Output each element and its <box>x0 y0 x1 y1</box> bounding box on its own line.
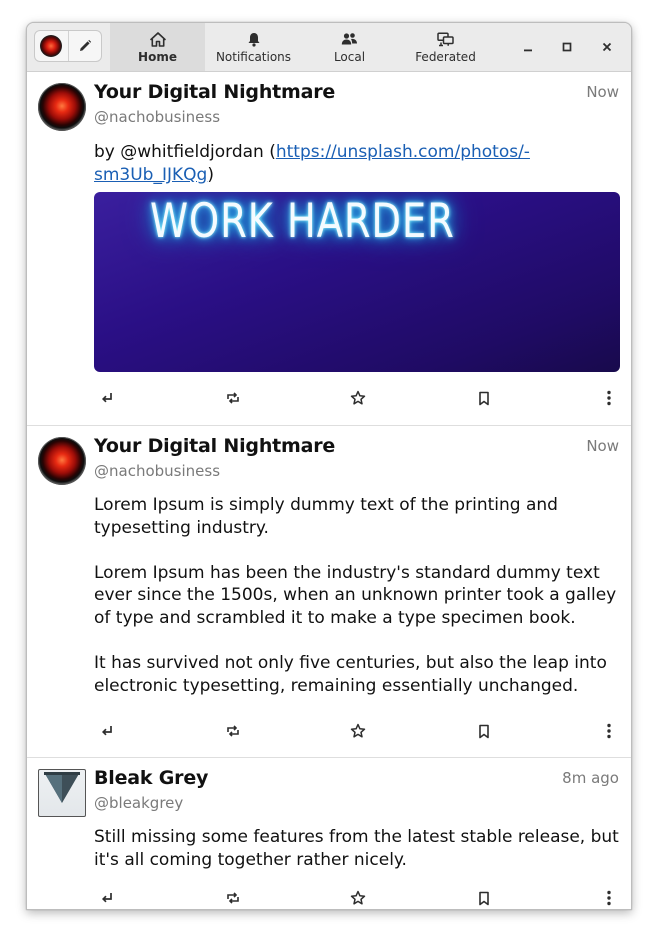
post-content: Still missing some features from the lat… <box>94 826 622 872</box>
post-paragraph: Lorem Ipsum is simply dummy text of the … <box>94 495 558 538</box>
favorite-button[interactable] <box>345 718 371 744</box>
boost-button[interactable] <box>220 385 246 411</box>
status-post[interactable]: Your Digital Nightmare @nachobusiness No… <box>27 72 631 426</box>
status-post[interactable]: Your Digital Nightmare @nachobusiness No… <box>27 426 631 758</box>
star-icon <box>350 723 366 738</box>
post-content: by @whitfieldjordan (https://unsplash.co… <box>94 141 622 187</box>
boost-icon <box>226 392 239 404</box>
more-options-button[interactable] <box>596 718 622 744</box>
media-neon-text: WORK HARDER <box>150 194 455 249</box>
close-button[interactable] <box>595 35 619 59</box>
display-name[interactable]: Your Digital Nightmare <box>94 81 335 103</box>
reply-icon <box>101 893 112 903</box>
close-icon <box>602 42 612 52</box>
post-actions <box>94 385 622 411</box>
post-paragraph: Lorem Ipsum has been the industry's stan… <box>94 562 617 629</box>
header-bar: Home Notifications Local Federated <box>27 23 631 72</box>
reply-button[interactable] <box>94 718 120 744</box>
avatar[interactable] <box>38 83 86 131</box>
reply-button[interactable] <box>94 385 120 411</box>
pencil-icon <box>79 39 91 51</box>
avatar-image <box>44 772 80 803</box>
boost-icon <box>226 725 239 737</box>
account-avatar <box>40 35 63 57</box>
maximize-icon <box>562 42 572 52</box>
more-options-button[interactable] <box>596 385 622 411</box>
timestamp: Now <box>586 437 619 455</box>
minimize-icon <box>524 49 532 52</box>
people-icon <box>341 33 357 45</box>
more-options-button[interactable] <box>596 885 622 909</box>
display-name[interactable]: Bleak Grey <box>94 767 208 789</box>
more-vertical-icon <box>607 723 611 739</box>
account-switcher-button[interactable] <box>35 31 68 61</box>
reply-icon <box>101 726 112 736</box>
app-window: Home Notifications Local Federated Your … <box>26 22 632 910</box>
bookmark-button[interactable] <box>471 385 497 411</box>
more-vertical-icon <box>607 890 611 906</box>
post-text: by @whitfieldjordan ( <box>94 142 276 162</box>
favorite-button[interactable] <box>345 885 371 909</box>
star-icon <box>350 890 366 905</box>
handle: @nachobusiness <box>94 108 221 126</box>
home-icon <box>149 31 166 47</box>
network-icon <box>437 31 454 46</box>
handle: @nachobusiness <box>94 462 221 480</box>
handle: @bleakgrey <box>94 794 184 812</box>
post-content: Lorem Ipsum is simply dummy text of the … <box>94 494 622 698</box>
tab-federated-label: Federated <box>415 49 476 64</box>
status-post[interactable]: Bleak Grey @bleakgrey 8m ago Still missi… <box>27 758 631 909</box>
bookmark-icon <box>478 724 489 738</box>
tab-notifications-label: Notifications <box>215 49 292 64</box>
bookmark-icon <box>478 891 489 905</box>
minimize-button[interactable] <box>516 35 540 59</box>
tab-local-label: Local <box>333 49 366 64</box>
bookmark-button[interactable] <box>471 718 497 744</box>
tab-federated[interactable]: Federated <box>397 23 494 71</box>
boost-icon <box>226 892 239 904</box>
reply-button[interactable] <box>94 885 120 909</box>
tab-local[interactable]: Local <box>302 23 397 71</box>
timestamp: Now <box>586 83 619 101</box>
tab-notifications[interactable]: Notifications <box>205 23 302 71</box>
compose-button[interactable] <box>67 31 102 61</box>
bell-icon <box>248 32 259 47</box>
post-paragraph: Still missing some features from the lat… <box>94 827 619 870</box>
maximize-button[interactable] <box>555 35 579 59</box>
reply-icon <box>101 393 112 403</box>
timeline-feed: Your Digital Nightmare @nachobusiness No… <box>27 72 631 909</box>
boost-button[interactable] <box>220 718 246 744</box>
favorite-button[interactable] <box>345 385 371 411</box>
avatar[interactable] <box>38 769 86 817</box>
avatar[interactable] <box>38 437 86 485</box>
post-paragraph: It has survived not only five centuries,… <box>94 652 607 696</box>
media-attachment[interactable]: WORK HARDER <box>94 192 620 372</box>
post-actions <box>94 885 622 909</box>
account-button-group <box>34 30 102 62</box>
timestamp: 8m ago <box>562 769 619 787</box>
post-actions <box>94 718 622 744</box>
tab-home-label: Home <box>138 49 177 64</box>
timeline-tabs: Home Notifications Local Federated <box>110 23 494 71</box>
boost-button[interactable] <box>220 885 246 909</box>
bookmark-icon <box>478 391 489 405</box>
more-vertical-icon <box>607 390 611 406</box>
tab-home[interactable]: Home <box>110 23 205 71</box>
post-text-suffix: ) <box>207 164 214 185</box>
bookmark-button[interactable] <box>471 885 497 909</box>
display-name[interactable]: Your Digital Nightmare <box>94 435 335 457</box>
star-icon <box>350 390 366 405</box>
